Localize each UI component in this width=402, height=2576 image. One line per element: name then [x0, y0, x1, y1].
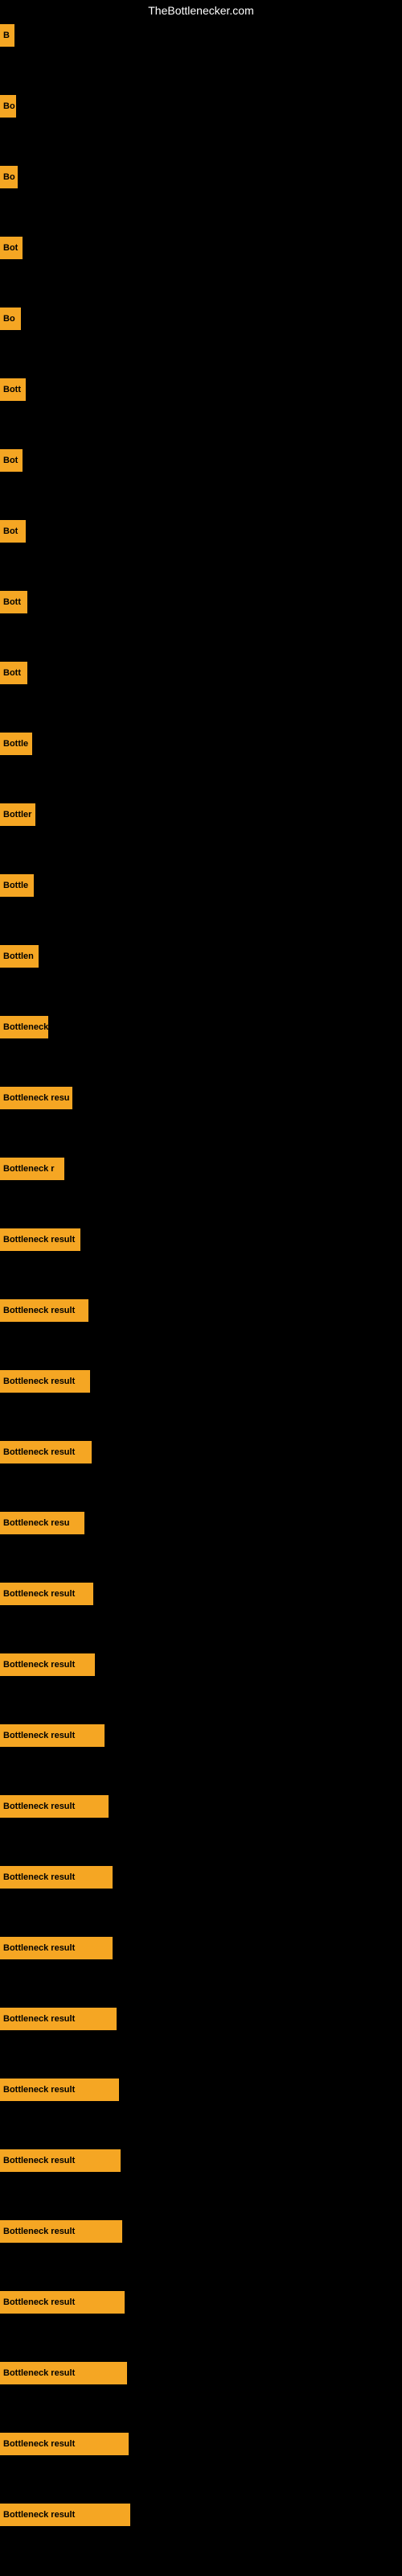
bar-label: Bottleneck result	[3, 1235, 75, 1245]
bar-label: Bottleneck result	[3, 1872, 75, 1882]
bar-item: Bottleneck result	[0, 1228, 80, 1251]
bar-label: Bottle	[3, 881, 28, 890]
bar-label: Bottleneck result	[3, 1943, 75, 1953]
bar-item: Bottleneck result	[0, 1370, 90, 1393]
bar-item: Bottleneck result	[0, 1866, 113, 1889]
bar-label: Bot	[3, 243, 18, 253]
bar-item: Bottleneck result	[0, 2149, 121, 2172]
bar-item: Bottle	[0, 733, 32, 755]
bar-label: Bot	[3, 456, 18, 465]
bar-label: Bottleneck result	[3, 1306, 75, 1315]
bar-item: Bottleneck result	[0, 2008, 117, 2030]
bar-item: Bott	[0, 378, 26, 401]
bar-item: Bo	[0, 166, 18, 188]
bar-item: Bottleneck result	[0, 2220, 122, 2243]
bar-item: Bo	[0, 95, 16, 118]
bar-item: Bottleneck	[0, 1016, 48, 1038]
bar-label: Bottleneck result	[3, 1802, 75, 1811]
bar-item: Bottleneck result	[0, 1653, 95, 1676]
bar-label: Bo	[3, 314, 15, 324]
bar-label: Bottleneck resu	[3, 1093, 70, 1103]
bar-item: Bottleneck result	[0, 1724, 105, 1747]
bar-item: Bottleneck result	[0, 2079, 119, 2101]
bar-label: Bottleneck result	[3, 2085, 75, 2095]
bar-label: Bottleneck result	[3, 1589, 75, 1599]
bar-label: Bottleneck r	[3, 1164, 55, 1174]
bar-label: Bottleneck result	[3, 1660, 75, 1670]
bar-label: Bott	[3, 597, 21, 607]
site-title: TheBottlenecker.com	[148, 4, 254, 17]
bar-item: Bot	[0, 237, 23, 259]
bar-label: Bott	[3, 668, 21, 678]
bar-item: Bottleneck result	[0, 1441, 92, 1463]
bar-item: Bottle	[0, 874, 34, 897]
bar-item: Bottleneck resu	[0, 1087, 72, 1109]
bar-item: Bottleneck r	[0, 1158, 64, 1180]
bar-item: B	[0, 24, 14, 47]
bar-item: Bot	[0, 520, 26, 543]
bar-label: Bottleneck result	[3, 1731, 75, 1740]
bar-item: Bottleneck result	[0, 2362, 127, 2384]
bar-label: Bottleneck resu	[3, 1518, 70, 1528]
bar-label: Bot	[3, 526, 18, 536]
bar-item: Bottleneck result	[0, 1937, 113, 1959]
bar-label: B	[3, 31, 10, 40]
bar-label: Bottleneck result	[3, 1447, 75, 1457]
bar-item: Bottleneck resu	[0, 1512, 84, 1534]
bar-label: Bottlen	[3, 952, 34, 961]
bar-item: Bottleneck result	[0, 2433, 129, 2455]
bar-label: Bottleneck result	[3, 2014, 75, 2024]
bar-label: Bottleneck result	[3, 2297, 75, 2307]
bar-item: Bott	[0, 591, 27, 613]
bar-item: Bot	[0, 449, 23, 472]
bar-label: Bottleneck result	[3, 2368, 75, 2378]
bar-item: Bottler	[0, 803, 35, 826]
bar-item: Bottlen	[0, 945, 39, 968]
bar-item: Bottleneck result	[0, 1299, 88, 1322]
bar-item: Bottleneck result	[0, 2504, 130, 2526]
bar-label: Bottle	[3, 739, 28, 749]
bar-item: Bottleneck result	[0, 2291, 125, 2314]
bar-label: Bo	[3, 101, 15, 111]
bar-label: Bottleneck result	[3, 2510, 75, 2520]
bar-label: Bottleneck result	[3, 2227, 75, 2236]
bar-item: Bo	[0, 308, 21, 330]
bar-label: Bottler	[3, 810, 31, 819]
bar-label: Bottleneck	[3, 1022, 48, 1032]
bar-item: Bottleneck result	[0, 1795, 109, 1818]
bar-label: Bott	[3, 385, 21, 394]
bar-item: Bott	[0, 662, 27, 684]
bar-label: Bo	[3, 172, 15, 182]
bar-label: Bottleneck result	[3, 2439, 75, 2449]
bar-label: Bottleneck result	[3, 1377, 75, 1386]
bar-label: Bottleneck result	[3, 2156, 75, 2165]
bar-item: Bottleneck result	[0, 1583, 93, 1605]
